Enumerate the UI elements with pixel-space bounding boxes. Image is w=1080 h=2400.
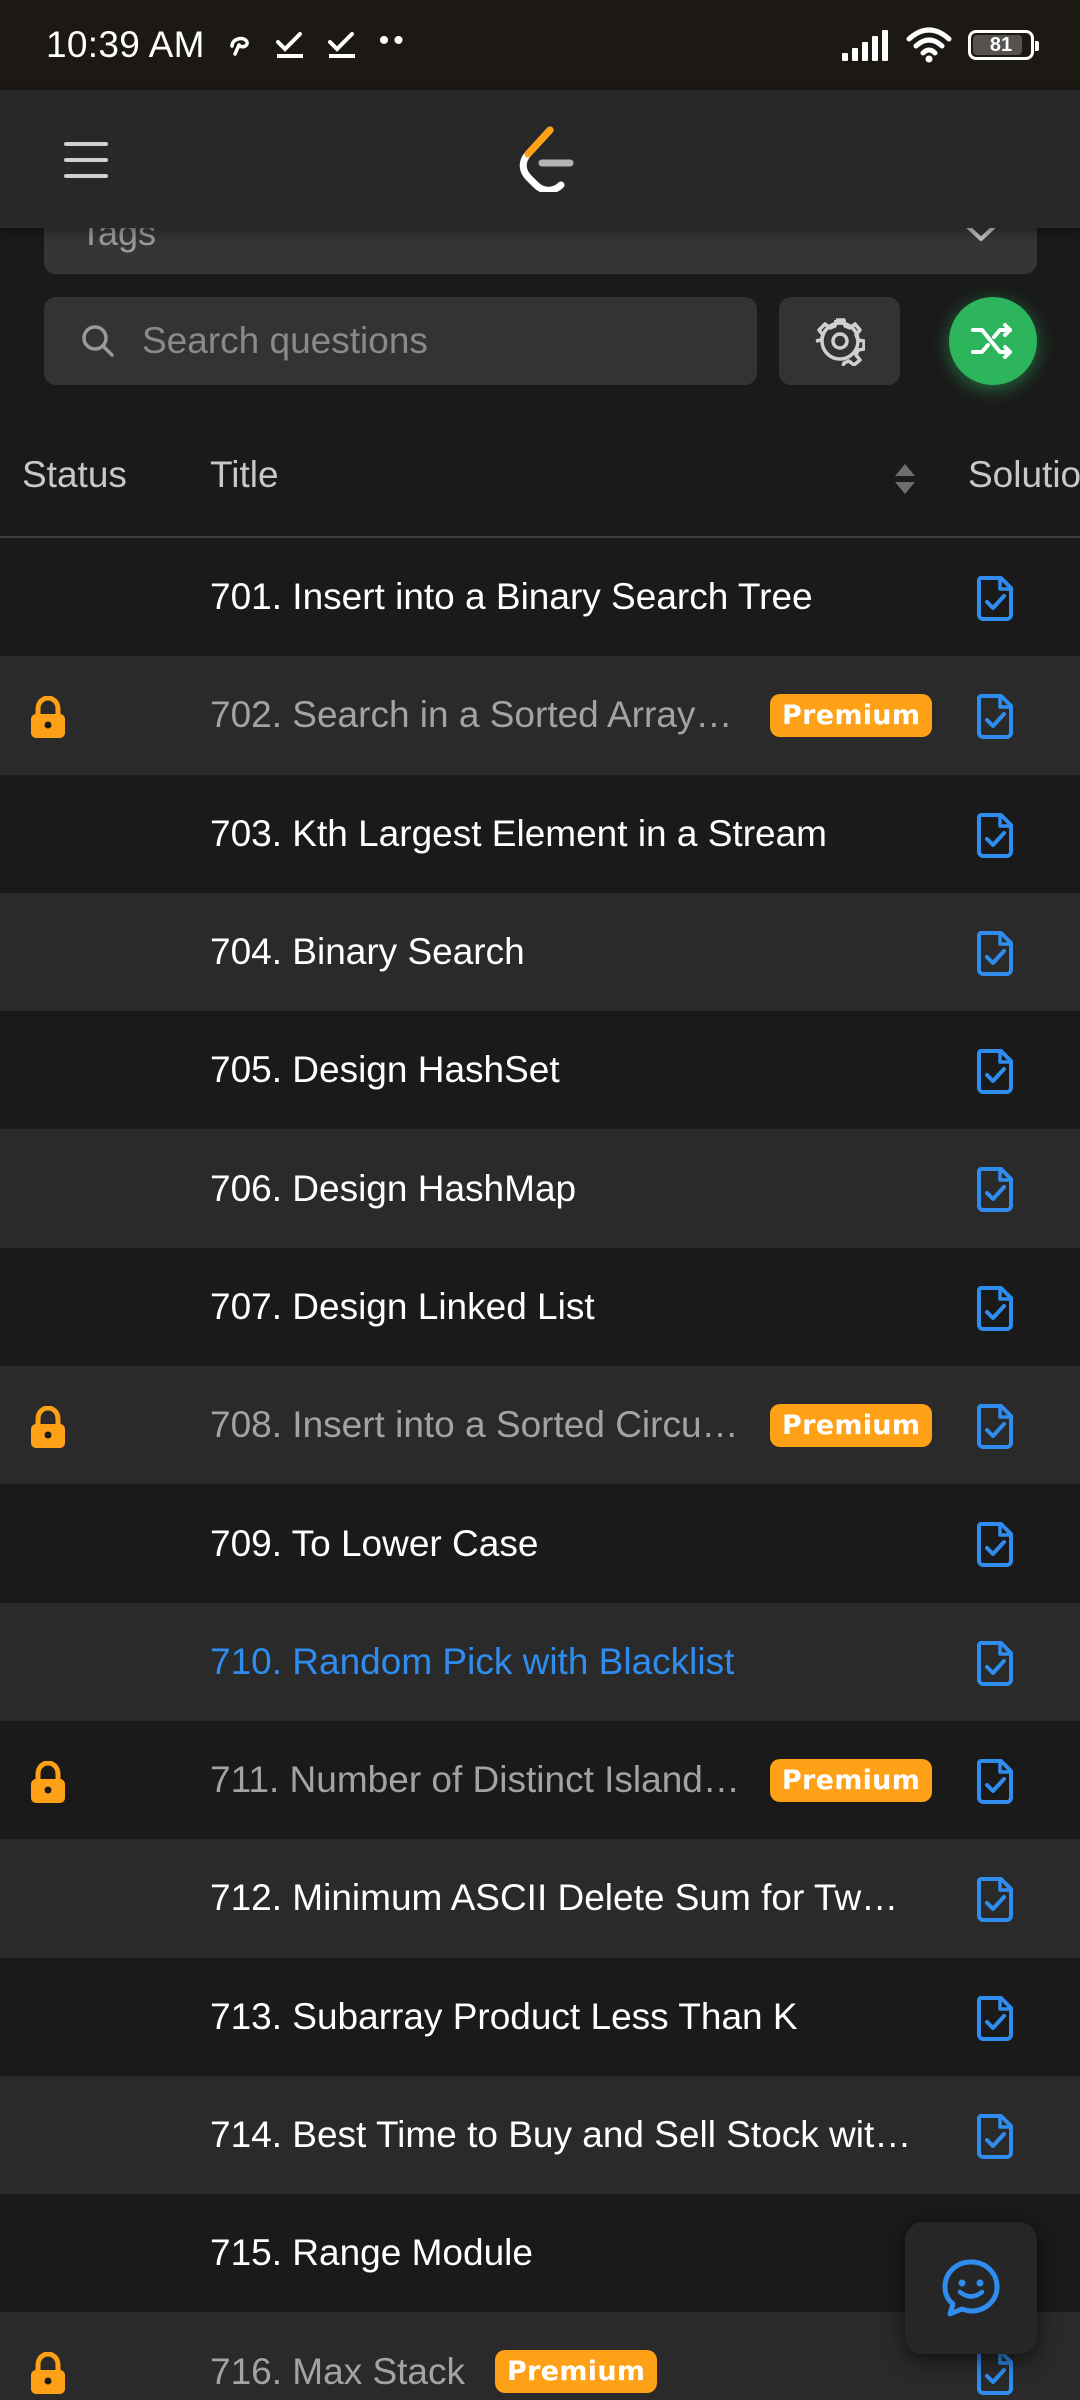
feedback-button[interactable] (905, 2222, 1037, 2354)
question-title[interactable]: 716. Max Stack (210, 2351, 465, 2393)
status-time: 10:39 AM (46, 24, 205, 65)
question-row[interactable]: 712. Minimum ASCII Delete Sum for Tw… (0, 1839, 1080, 1958)
question-title[interactable]: 709. To Lower Case (210, 1523, 538, 1565)
solution-icon[interactable] (975, 1285, 1015, 1336)
column-status[interactable]: Status (22, 454, 127, 496)
premium-badge: Premium (769, 1758, 933, 1802)
lock-icon (28, 695, 68, 745)
search-input[interactable] (142, 320, 702, 362)
chat-smile-icon (942, 2259, 1000, 2317)
solution-icon[interactable] (975, 2113, 1015, 2164)
question-title[interactable]: 701. Insert into a Binary Search Tree (210, 576, 813, 618)
check-icon (327, 32, 355, 58)
lock-icon (28, 1760, 68, 1810)
premium-badge: Premium (770, 693, 933, 737)
solution-icon[interactable] (975, 2349, 1015, 2400)
solution-icon[interactable] (975, 1758, 1015, 1809)
solution-icon[interactable] (975, 1403, 1015, 1454)
question-title[interactable]: 713. Subarray Product Less Than K (210, 1996, 798, 2038)
settings-button[interactable] (779, 297, 900, 385)
question-row[interactable]: 704. Binary Search (0, 892, 1080, 1012)
question-row[interactable]: 706. Design HashMap (0, 1129, 1080, 1248)
question-row[interactable]: 710. Random Pick with Blacklist (0, 1602, 1080, 1721)
question-title[interactable]: 707. Design Linked List (210, 1286, 595, 1328)
premium-badge: Premium (495, 2350, 658, 2394)
question-title[interactable]: 710. Random Pick with Blacklist (210, 1641, 734, 1683)
solution-icon[interactable] (975, 812, 1015, 863)
question-title[interactable]: 715. Range Module (210, 2232, 533, 2274)
question-row[interactable]: 713. Subarray Product Less Than K (0, 1957, 1080, 2076)
search-box[interactable] (44, 297, 757, 385)
shuffle-icon (971, 323, 1012, 359)
question-title[interactable]: 704. Binary Search (210, 931, 525, 973)
shuffle-button[interactable] (949, 297, 1037, 385)
question-row[interactable]: 705. Design HashSet (0, 1011, 1080, 1130)
lock-icon (28, 1405, 68, 1455)
question-row[interactable]: 707. Design Linked List (0, 1247, 1080, 1367)
search-icon (82, 325, 114, 357)
solution-icon[interactable] (975, 1166, 1015, 1217)
solution-icon[interactable] (975, 1876, 1015, 1927)
leetcode-logo[interactable] (516, 126, 576, 192)
signal-icon (842, 30, 888, 61)
question-row[interactable]: 709. To Lower Case (0, 1484, 1080, 1603)
question-title[interactable]: 706. Design HashMap (210, 1168, 576, 1210)
more-dots-icon: •• (378, 24, 408, 57)
question-title[interactable]: 703. Kth Largest Element in a Stream (210, 813, 827, 855)
solution-icon[interactable] (975, 930, 1015, 981)
wifi-icon (906, 27, 952, 63)
question-list: 701. Insert into a Binary Search Tree 702… (0, 538, 1080, 2400)
solution-icon[interactable] (975, 1995, 1015, 2046)
solution-icon[interactable] (975, 693, 1015, 744)
gear-icon (815, 318, 865, 366)
app-header (0, 90, 1080, 228)
column-solution[interactable]: Solution (968, 454, 1080, 496)
question-title[interactable]: 702. Search in a Sorted Array … (210, 694, 740, 736)
question-title[interactable]: 714. Best Time to Buy and Sell Stock wit… (210, 2114, 911, 2156)
premium-badge: Premium (770, 1403, 933, 1447)
question-row[interactable]: 703. Kth Largest Element in a Stream (0, 774, 1080, 893)
column-title[interactable]: Title (210, 454, 279, 496)
solution-icon[interactable] (975, 1640, 1015, 1691)
question-row[interactable]: 708. Insert into a Sorted Circul… Premium (0, 1366, 1080, 1485)
status-bar: 10:39 AM •• 81 (0, 0, 1080, 90)
question-title[interactable]: 711. Number of Distinct Island… (210, 1759, 740, 1801)
battery-level: 81 (989, 33, 1013, 56)
solution-icon[interactable] (975, 575, 1015, 626)
notification-icon (229, 36, 249, 56)
question-title[interactable]: 708. Insert into a Sorted Circul… (210, 1404, 740, 1446)
question-row[interactable]: 711. Number of Distinct Island… Premium (0, 1720, 1080, 1840)
question-title[interactable]: 712. Minimum ASCII Delete Sum for Tw… (210, 1877, 898, 1919)
question-title[interactable]: 705. Design HashSet (210, 1049, 560, 1091)
solution-icon[interactable] (975, 1048, 1015, 1099)
check-icon (275, 32, 303, 58)
question-row[interactable]: 714. Best Time to Buy and Sell Stock wit… (0, 2075, 1080, 2195)
question-row[interactable]: 701. Insert into a Binary Search Tree (0, 538, 1080, 657)
lock-icon (28, 2351, 68, 2400)
table-header: Status Title Solution (0, 430, 1080, 538)
question-row[interactable]: 702. Search in a Sorted Array … Premium (0, 656, 1080, 775)
battery-icon: 81 (968, 30, 1039, 60)
hamburger-menu-icon[interactable] (60, 138, 112, 182)
solution-icon[interactable] (975, 1521, 1015, 1572)
sort-icon[interactable] (893, 462, 917, 496)
